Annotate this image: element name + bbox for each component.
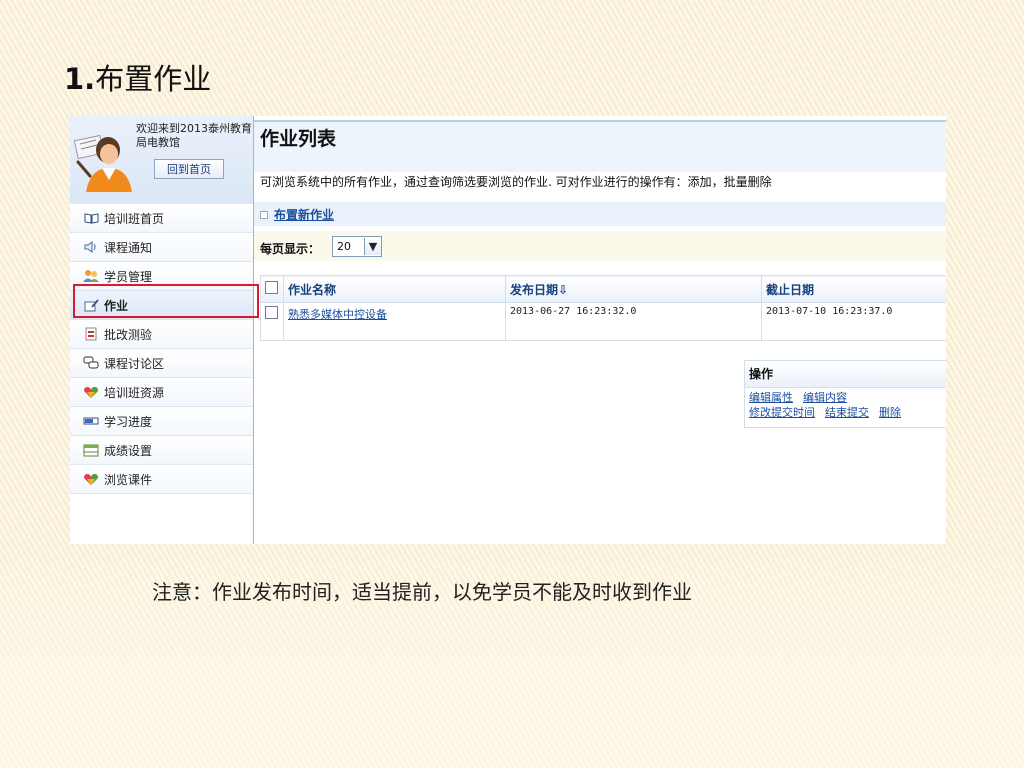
grade-icon — [83, 327, 99, 341]
select-all-checkbox[interactable] — [265, 281, 278, 294]
sidebar-item-label: 作业 — [104, 298, 129, 313]
homework-name-cell: 熟悉多媒体中控设备 — [283, 302, 506, 341]
table-icon — [83, 443, 99, 457]
sidebar-item-label: 课程通知 — [104, 240, 153, 255]
operations-line: 编辑属性 编辑内容 — [745, 390, 946, 405]
sidebar-item-label: 课程讨论区 — [104, 356, 165, 371]
add-homework-link[interactable]: 布置新作业 — [274, 206, 334, 223]
sidebar-item-label: 培训班资源 — [104, 385, 165, 400]
slide-title-text: 布置作业 — [95, 62, 212, 96]
edit-properties-link[interactable]: 编辑属性 — [749, 391, 793, 404]
bullet-icon — [260, 211, 268, 219]
home-button[interactable]: 回到首页 — [154, 159, 224, 179]
column-header-published[interactable]: 发布日期⇩ — [505, 275, 762, 303]
teacher-avatar-icon — [73, 134, 132, 192]
sidebar-item-label: 学习进度 — [104, 414, 153, 429]
homework-table: 作业名称 发布日期⇩ 截止日期 熟悉多媒体中控设备 2013-06-27 16:… — [260, 275, 946, 341]
sidebar-item-student-management[interactable]: 学员管理 — [70, 262, 253, 291]
page-title: 作业列表 — [260, 128, 337, 150]
welcome-text: 欢迎来到2013泰州教育局电教馆 — [136, 122, 252, 149]
title-band — [254, 122, 946, 172]
sidebar-item-homework[interactable]: 作业 — [70, 291, 253, 320]
sidebar-item-resources[interactable]: 培训班资源 — [70, 378, 253, 407]
sidebar-item-browse-courseware[interactable]: 浏览课件 — [70, 465, 253, 494]
sidebar-item-grade-settings[interactable]: 成绩设置 — [70, 436, 253, 465]
change-submit-time-link[interactable]: 修改提交时间 — [749, 406, 815, 419]
page-description: 可浏览系统中的所有作业，通过查询筛选要浏览的作业. 可对作业进行的操作有：添加，… — [260, 175, 772, 189]
sidebar-item-label: 培训班首页 — [104, 211, 165, 226]
row-checkbox[interactable] — [265, 306, 278, 319]
heart-gem-icon — [83, 472, 99, 486]
table-header-row: 作业名称 发布日期⇩ 截止日期 — [260, 275, 946, 303]
table-row: 熟悉多媒体中控设备 2013-06-27 16:23:32.0 2013-07-… — [260, 302, 946, 341]
operations-line: 修改提交时间 结束提交 删除 — [745, 405, 946, 420]
sidebar-item-grade-quiz[interactable]: 批改测验 — [70, 320, 253, 349]
per-page-label: 每页显示： — [260, 242, 321, 256]
operations-header: 操作 — [745, 361, 946, 388]
welcome-panel: 欢迎来到2013泰州教育局电教馆 回到首页 — [70, 116, 253, 205]
book-icon — [83, 211, 99, 225]
slide-note: 注意：作业发布时间，适当提前，以免学员不能及时收到作业 — [152, 580, 692, 604]
progress-icon — [83, 414, 99, 428]
end-submission-link[interactable]: 结束提交 — [825, 406, 869, 419]
sidebar-menu: 培训班首页 课程通知 学员管理 作业 批改测验 课程讨论区 培训班资源 学习进度… — [70, 204, 253, 494]
sidebar-item-label: 成绩设置 — [104, 443, 153, 458]
column-header-name[interactable]: 作业名称 — [283, 275, 506, 303]
sidebar-item-course-notice[interactable]: 课程通知 — [70, 233, 253, 262]
published-date-cell: 2013-06-27 16:23:32.0 — [505, 302, 762, 341]
deadline-date-cell: 2013-07-10 16:23:37.0 — [761, 302, 946, 341]
sidebar-item-class-home[interactable]: 培训班首页 — [70, 204, 253, 233]
per-page-bar: 每页显示： 20 ▼ — [254, 231, 946, 261]
users-icon — [83, 269, 99, 283]
row-checkbox-cell — [260, 302, 284, 341]
speaker-icon — [83, 240, 99, 254]
sidebar: 欢迎来到2013泰州教育局电教馆 回到首页 培训班首页 课程通知 学员管理 作业 — [70, 116, 254, 544]
delete-link[interactable]: 删除 — [879, 406, 901, 419]
slide-title: 1.布置作业 — [64, 56, 211, 98]
edit-doc-icon — [83, 298, 99, 312]
slide-background — [0, 520, 1024, 768]
add-homework-bar: 布置新作业 — [254, 202, 946, 226]
column-header-deadline[interactable]: 截止日期 — [761, 275, 946, 303]
operations-panel: 操作 编辑属性 编辑内容 修改提交时间 结束提交 删除 — [744, 360, 946, 428]
screenshot-frame: 欢迎来到2013泰州教育局电教馆 回到首页 培训班首页 课程通知 学员管理 作业 — [70, 116, 946, 544]
sidebar-item-progress[interactable]: 学习进度 — [70, 407, 253, 436]
slide-title-number: 1. — [64, 62, 96, 96]
chat-icon — [83, 356, 99, 370]
edit-content-link[interactable]: 编辑内容 — [803, 391, 847, 404]
chevron-down-icon[interactable]: ▼ — [364, 238, 381, 255]
homework-name-link[interactable]: 熟悉多媒体中控设备 — [288, 308, 387, 321]
sidebar-item-label: 批改测验 — [104, 327, 153, 342]
sidebar-item-label: 浏览课件 — [104, 472, 153, 487]
per-page-value: 20 — [337, 240, 351, 253]
select-all-cell — [260, 275, 284, 303]
main-panel: 作业列表 可浏览系统中的所有作业，通过查询筛选要浏览的作业. 可对作业进行的操作… — [254, 116, 946, 544]
per-page-select[interactable]: 20 ▼ — [332, 236, 382, 257]
heart-gem-icon — [83, 385, 99, 399]
sidebar-item-discussion[interactable]: 课程讨论区 — [70, 349, 253, 378]
sidebar-item-label: 学员管理 — [104, 269, 153, 284]
